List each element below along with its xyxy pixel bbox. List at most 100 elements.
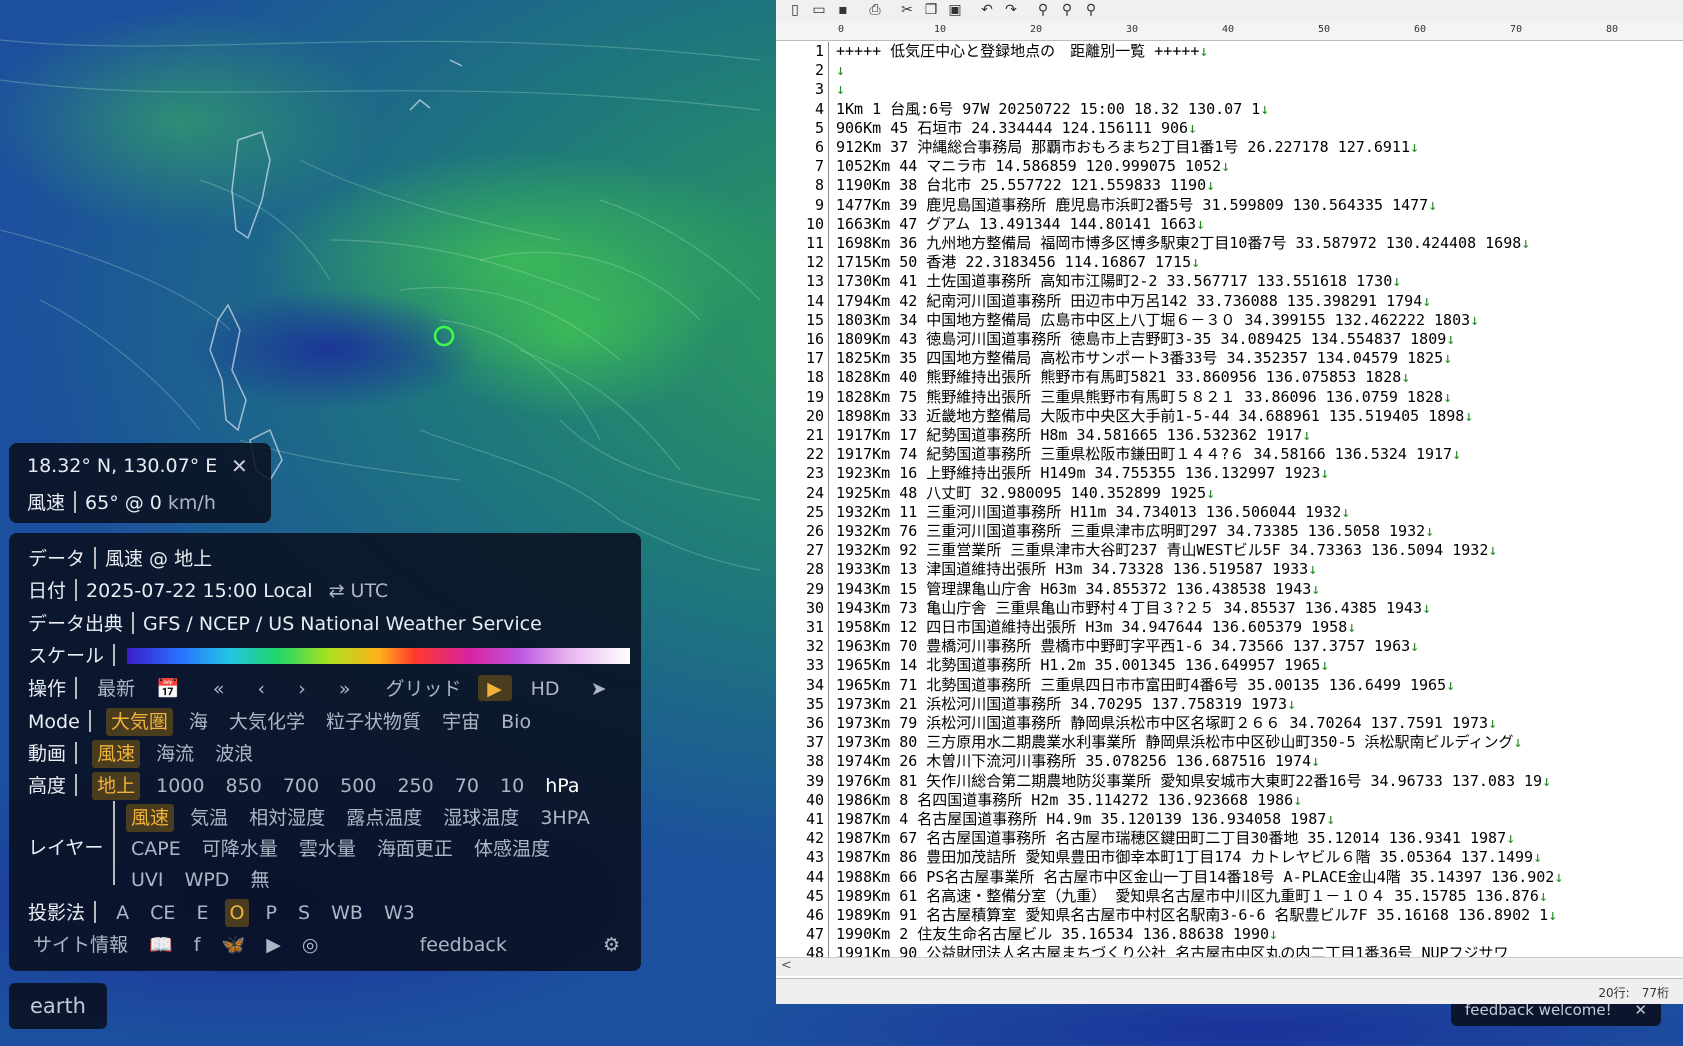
- layer-wpd[interactable]: WPD: [180, 866, 235, 894]
- editor-line[interactable]: 11 1698Km 36 九州地方整備局 福岡市博多区博多駅東2丁目10番7号 3…: [776, 234, 1683, 253]
- layer-wetbulb[interactable]: 湿球温度: [438, 804, 524, 832]
- editor-line[interactable]: 25 1932Km 11 三重河川国道事務所 H11m 34.734013 136…: [776, 503, 1683, 522]
- grid-button[interactable]: グリッド: [381, 675, 467, 703]
- redo-icon[interactable]: ↷: [1002, 2, 1020, 19]
- mode-ocean[interactable]: 海: [184, 708, 213, 736]
- editor-text-area[interactable]: 1 +++++ 低気圧中心と登録地点の 距離別一覧 +++++↓ 2 ↓ 3 ↓ 4 1Km …: [776, 42, 1683, 957]
- proj-e[interactable]: E: [191, 899, 213, 927]
- layer-apparent-temp[interactable]: 体感温度: [469, 835, 555, 863]
- editor-line[interactable]: 33 1965Km 14 北勢国道事務所 H1.2m 35.001345 136.…: [776, 656, 1683, 675]
- proj-o[interactable]: O: [224, 899, 250, 927]
- hd-button[interactable]: HD: [526, 675, 565, 703]
- editor-line[interactable]: 48 1991Km 90 公益財団法人名古屋まちづくり公社 名古屋市中区丸の内二丁…: [776, 944, 1683, 957]
- editor-line[interactable]: 5 906Km 45 石垣市 24.334444 124.156111 906↓: [776, 119, 1683, 138]
- editor-line[interactable]: 8 1190Km 38 台北市 25.557722 121.559833 1190…: [776, 176, 1683, 195]
- print-icon[interactable]: ⎙: [866, 2, 884, 19]
- layer-3hpa[interactable]: 3HPA: [535, 804, 595, 832]
- find-up-icon[interactable]: ⚲: [1058, 2, 1076, 19]
- height-250[interactable]: 250: [392, 772, 438, 800]
- layer-cape[interactable]: CAPE: [126, 835, 186, 863]
- editor-line[interactable]: 23 1923Km 16 上野維持出張所 H149m 34.755355 136.…: [776, 464, 1683, 483]
- instagram-icon[interactable]: ◎: [297, 931, 324, 959]
- editor-line[interactable]: 14 1794Km 42 紀南河川国道事務所 田辺市中万呂142 33.73608…: [776, 292, 1683, 311]
- mode-bio[interactable]: Bio: [496, 708, 536, 736]
- play-icon[interactable]: ▶: [477, 675, 512, 701]
- youtube-icon[interactable]: ▶: [261, 931, 286, 959]
- editor-line[interactable]: 43 1987Km 86 豊田加茂詰所 愛知県豊田市御幸本町1丁目174 カトレヤ…: [776, 848, 1683, 867]
- new-file-icon[interactable]: ▯: [786, 2, 804, 19]
- editor-line[interactable]: 1 +++++ 低気圧中心と登録地点の 距離別一覧 +++++↓: [776, 42, 1683, 61]
- proj-w3[interactable]: W3: [379, 899, 420, 927]
- locate-icon[interactable]: ➤: [586, 675, 612, 703]
- editor-line[interactable]: 3 ↓: [776, 80, 1683, 99]
- editor-line[interactable]: 38 1974Km 26 木曽川下流河川事務所 35.078256 136.687…: [776, 752, 1683, 771]
- step-back-button[interactable]: ‹: [253, 675, 271, 703]
- layer-uvi[interactable]: UVI: [126, 866, 169, 894]
- editor-line[interactable]: 44 1988Km 66 PS名古屋事業所 名古屋市中区金山一丁目14番18号 A…: [776, 868, 1683, 887]
- proj-s[interactable]: S: [293, 899, 315, 927]
- open-folder-icon[interactable]: ▭: [810, 2, 828, 19]
- scroll-left-icon[interactable]: <: [781, 958, 792, 973]
- editor-line[interactable]: 7 1052Km 44 マニラ市 14.586859 120.999075 105…: [776, 157, 1683, 176]
- proj-p[interactable]: P: [261, 899, 282, 927]
- earth-menu-button[interactable]: earth: [9, 983, 107, 1029]
- editor-line[interactable]: 20 1898Km 33 近畿地方整備局 大阪市中央区大手前1-5-44 34.6…: [776, 407, 1683, 426]
- bluesky-icon[interactable]: 🦋: [217, 931, 251, 959]
- anim-currents[interactable]: 海流: [151, 740, 199, 768]
- editor-line[interactable]: 26 1932Km 76 三重河川国道事務所 三重県津市広明町297 34.733…: [776, 522, 1683, 541]
- editor-line[interactable]: 10 1663Km 47 グアム 13.491344 144.80141 1663…: [776, 215, 1683, 234]
- height-10[interactable]: 10: [495, 772, 529, 800]
- editor-line[interactable]: 28 1933Km 13 津国道維持出張所 H3m 34.73328 136.51…: [776, 560, 1683, 579]
- mode-atmosphere[interactable]: 大気圏: [105, 708, 173, 736]
- editor-line[interactable]: 16 1809Km 43 徳島河川国道事務所 徳島市上吉野町3-35 34.089…: [776, 330, 1683, 349]
- layer-dewpoint[interactable]: 露点温度: [341, 804, 427, 832]
- layer-precipitable-water[interactable]: 可降水量: [197, 835, 283, 863]
- save-icon[interactable]: ▪: [834, 2, 852, 19]
- editor-line[interactable]: 30 1943Km 73 亀山庁舎 三重県亀山市野村４丁目３?２５ 34.8553…: [776, 599, 1683, 618]
- editor-line[interactable]: 19 1828Km 75 熊野維持出張所 三重県熊野市有馬町５８２１ 33.860…: [776, 388, 1683, 407]
- feedback-link[interactable]: feedback: [415, 931, 512, 959]
- skip-forward-button[interactable]: »: [334, 675, 356, 703]
- editor-line[interactable]: 29 1943Km 15 管理課亀山庁舎 H63m 34.855372 136.4…: [776, 580, 1683, 599]
- cut-icon[interactable]: ✂: [898, 2, 916, 19]
- mode-chemistry[interactable]: 大気化学: [224, 708, 310, 736]
- editor-line[interactable]: 13 1730Km 41 土佐国道事務所 高知市江陽町2-2 33.567717 …: [776, 272, 1683, 291]
- find-icon[interactable]: ⚲: [1034, 2, 1052, 19]
- step-forward-button[interactable]: ›: [293, 675, 311, 703]
- editor-line[interactable]: 9 1477Km 39 鹿児島国道事務所 鹿児島市浜町2番5号 31.599809…: [776, 196, 1683, 215]
- gear-icon[interactable]: ⚙: [598, 931, 625, 959]
- editor-line[interactable]: 4 1Km 1 台風:6号 97W 20250722 15:00 18.32 13…: [776, 100, 1683, 119]
- height-70[interactable]: 70: [450, 772, 484, 800]
- editor-line[interactable]: 34 1965Km 71 北勢国道事務所 三重県四日市市富田町4番6号 35.00…: [776, 676, 1683, 695]
- layer-cloud-water[interactable]: 雲水量: [294, 835, 361, 863]
- editor-line[interactable]: 22 1917Km 74 紀勢国道事務所 三重県松阪市鎌田町１４４?６ 34.58…: [776, 445, 1683, 464]
- editor-line[interactable]: 15 1803Km 34 中国地方整備局 広島市中区上八丁堀６－３０ 34.399…: [776, 311, 1683, 330]
- layer-sea-level-pressure[interactable]: 海面更正: [372, 835, 458, 863]
- date-value[interactable]: 2025-07-22 15:00 Local: [86, 580, 313, 602]
- editor-line[interactable]: 39 1976Km 81 矢作川総合第二期農地防災事業所 愛知県安城市大東町22番…: [776, 772, 1683, 791]
- height-700[interactable]: 700: [278, 772, 324, 800]
- facebook-icon[interactable]: f: [189, 931, 206, 959]
- editor-line[interactable]: 42 1987Km 67 名古屋国道事務所 名古屋市瑞穂区鍵田町二丁目30番地 3…: [776, 829, 1683, 848]
- proj-wb[interactable]: WB: [326, 899, 368, 927]
- editor-line[interactable]: 41 1987Km 4 名古屋国道事務所 H4.9m 35.120139 136.…: [776, 810, 1683, 829]
- height-850[interactable]: 850: [221, 772, 267, 800]
- layer-temp[interactable]: 気温: [185, 804, 233, 832]
- swap-timezone-icon[interactable]: ⇄: [329, 580, 345, 602]
- editor-line[interactable]: 21 1917Km 17 紀勢国道事務所 H8m 34.581665 136.53…: [776, 426, 1683, 445]
- editor-line[interactable]: 35 1973Km 21 浜松河川国道事務所 34.70295 137.75831…: [776, 695, 1683, 714]
- editor-line[interactable]: 18 1828Km 40 熊野維持出張所 熊野市有馬町5821 33.860956…: [776, 368, 1683, 387]
- editor-line[interactable]: 27 1932Km 92 三重営業所 三重県津市大谷町237 青山WESTビル5F…: [776, 541, 1683, 560]
- height-surface[interactable]: 地上: [92, 772, 141, 800]
- editor-line[interactable]: 12 1715Km 50 香港 22.3183456 114.16867 1715…: [776, 253, 1683, 272]
- paste-icon[interactable]: ▣: [946, 2, 964, 19]
- layer-humidity[interactable]: 相対湿度: [244, 804, 330, 832]
- height-500[interactable]: 500: [335, 772, 381, 800]
- editor-line[interactable]: 37 1973Km 80 三方原用水二期農業水利事業所 静岡県浜松市中区砂山町35…: [776, 733, 1683, 752]
- editor-line[interactable]: 46 1989Km 91 名古屋積算室 愛知県名古屋市中村区名駅南3-6-6 名駅…: [776, 906, 1683, 925]
- editor-line[interactable]: 2 ↓: [776, 61, 1683, 80]
- editor-line[interactable]: 45 1989Km 61 名高速・整備分室（九重） 愛知県名古屋市中川区九重町１－…: [776, 887, 1683, 906]
- editor-line[interactable]: 31 1958Km 12 四日市国道維持出張所 H3m 34.947644 136…: [776, 618, 1683, 637]
- height-1000[interactable]: 1000: [151, 772, 209, 800]
- anim-waves[interactable]: 波浪: [210, 740, 258, 768]
